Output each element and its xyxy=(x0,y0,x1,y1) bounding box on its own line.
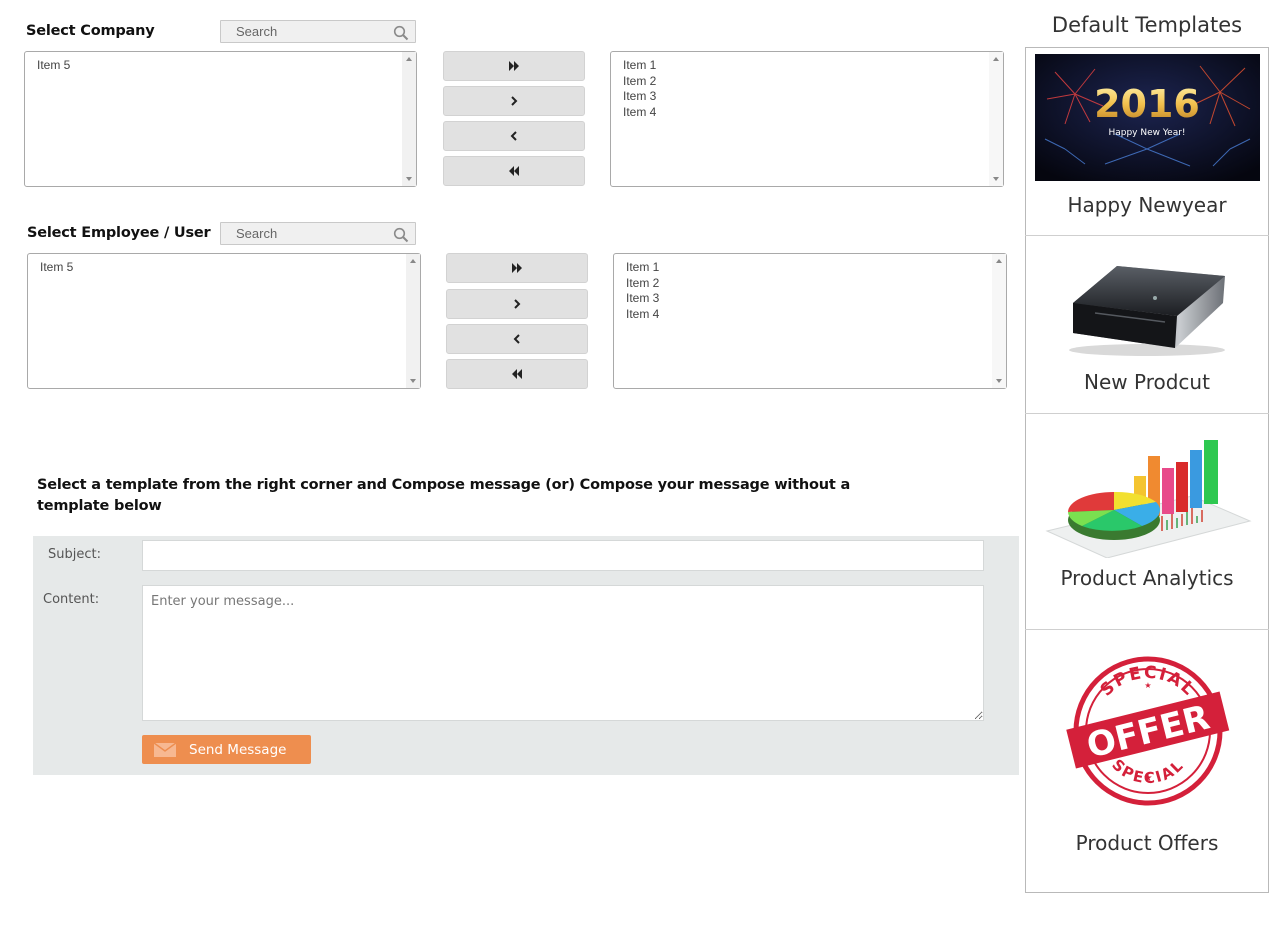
template-caption: Product Offers xyxy=(1075,831,1219,855)
list-item[interactable]: Item 4 xyxy=(626,307,659,323)
subject-label: Subject: xyxy=(48,547,101,562)
content-textarea[interactable] xyxy=(142,585,984,721)
template-caption: Product Analytics xyxy=(1060,566,1234,590)
company-move-right-button[interactable] xyxy=(443,86,585,116)
employee-move-all-right-button[interactable] xyxy=(446,253,588,283)
analytics-chart-image xyxy=(1045,440,1252,558)
double-chevron-right-icon xyxy=(509,61,519,71)
content-label: Content: xyxy=(43,592,100,607)
fireworks-image: 2016 Happy New Year! xyxy=(1035,54,1260,181)
template-happy-newyear[interactable]: 2016 Happy New Year! Happy Newyear xyxy=(1025,48,1269,235)
template-new-product[interactable]: New Prodcut xyxy=(1025,236,1269,413)
scroll-down-icon[interactable] xyxy=(406,177,412,181)
svg-text:★: ★ xyxy=(1144,681,1151,690)
scroll-up-icon[interactable] xyxy=(410,259,416,263)
scroll-up-icon[interactable] xyxy=(993,57,999,61)
double-chevron-left-icon xyxy=(512,369,522,379)
search-icon[interactable] xyxy=(393,227,409,243)
chevron-left-icon xyxy=(513,334,520,344)
list-items: Item 1 Item 2 Item 3 Item 4 xyxy=(626,260,659,322)
company-move-all-left-button[interactable] xyxy=(443,156,585,186)
list-item[interactable]: Item 5 xyxy=(37,58,70,74)
list-item[interactable]: Item 5 xyxy=(40,260,73,276)
double-chevron-right-icon xyxy=(512,263,522,273)
list-item[interactable]: Item 1 xyxy=(623,58,656,74)
scanner-image xyxy=(1069,266,1225,356)
employee-move-all-left-button[interactable] xyxy=(446,359,588,389)
list-items: Item 5 xyxy=(37,58,70,74)
scrollbar[interactable] xyxy=(402,52,416,186)
scrollbar[interactable] xyxy=(989,52,1003,186)
double-chevron-left-icon xyxy=(509,166,519,176)
list-item[interactable]: Item 3 xyxy=(623,89,656,105)
list-item[interactable]: Item 3 xyxy=(626,291,659,307)
list-items: Item 5 xyxy=(40,260,73,276)
list-item[interactable]: Item 4 xyxy=(623,105,656,121)
scrollbar[interactable] xyxy=(406,254,420,388)
employee-search-input[interactable] xyxy=(221,223,415,244)
chevron-right-icon xyxy=(514,299,521,309)
company-move-all-right-button[interactable] xyxy=(443,51,585,81)
chevron-right-icon xyxy=(511,96,518,106)
scrollbar[interactable] xyxy=(992,254,1006,388)
compose-instructions: Select a template from the right corner … xyxy=(37,477,851,514)
fireworks-subtext: Happy New Year! xyxy=(1108,128,1185,138)
scroll-up-icon[interactable] xyxy=(406,57,412,61)
envelope-icon xyxy=(154,742,176,757)
template-product-offers[interactable]: SPECIAL SPECIAL OFFER ★ ★ Product Offers xyxy=(1025,630,1269,892)
send-message-button[interactable]: Send Message xyxy=(142,735,311,764)
scroll-down-icon[interactable] xyxy=(996,379,1002,383)
employee-move-right-button[interactable] xyxy=(446,289,588,319)
list-item[interactable]: Item 1 xyxy=(626,260,659,276)
special-offer-stamp-image: SPECIAL SPECIAL OFFER ★ ★ xyxy=(1066,656,1230,806)
list-items: Item 1 Item 2 Item 3 Item 4 xyxy=(623,58,656,120)
employee-selected-list[interactable]: Item 1 Item 2 Item 3 Item 4 xyxy=(613,253,1007,389)
company-selected-list[interactable]: Item 1 Item 2 Item 3 Item 4 xyxy=(610,51,1004,187)
svg-text:★: ★ xyxy=(1144,773,1153,784)
employee-label: Select Employee / User xyxy=(27,225,211,241)
template-caption: New Prodcut xyxy=(1084,370,1210,394)
employee-available-list[interactable]: Item 5 xyxy=(27,253,421,389)
employee-move-left-button[interactable] xyxy=(446,324,588,354)
company-available-list[interactable]: Item 5 xyxy=(24,51,417,187)
template-product-analytics[interactable]: Product Analytics xyxy=(1025,414,1269,629)
send-message-label: Send Message xyxy=(189,741,287,758)
scroll-up-icon[interactable] xyxy=(996,259,1002,263)
list-item[interactable]: Item 2 xyxy=(626,276,659,292)
list-item[interactable]: Item 2 xyxy=(623,74,656,90)
employee-search xyxy=(220,222,416,245)
templates-title: Default Templates xyxy=(1051,13,1243,37)
chevron-left-icon xyxy=(510,131,517,141)
template-caption: Happy Newyear xyxy=(1067,193,1227,217)
company-search xyxy=(220,20,416,43)
stamp-offer-text: OFFER xyxy=(1083,697,1214,766)
search-icon[interactable] xyxy=(393,25,409,41)
scroll-down-icon[interactable] xyxy=(993,177,999,181)
company-search-input[interactable] xyxy=(221,21,415,42)
subject-input[interactable] xyxy=(142,540,984,571)
company-move-left-button[interactable] xyxy=(443,121,585,151)
compose-form: Subject: Content: Send Message xyxy=(33,536,1019,775)
company-label: Select Company xyxy=(26,23,155,39)
fireworks-year-text: 2016 xyxy=(1094,82,1200,126)
scroll-down-icon[interactable] xyxy=(410,379,416,383)
